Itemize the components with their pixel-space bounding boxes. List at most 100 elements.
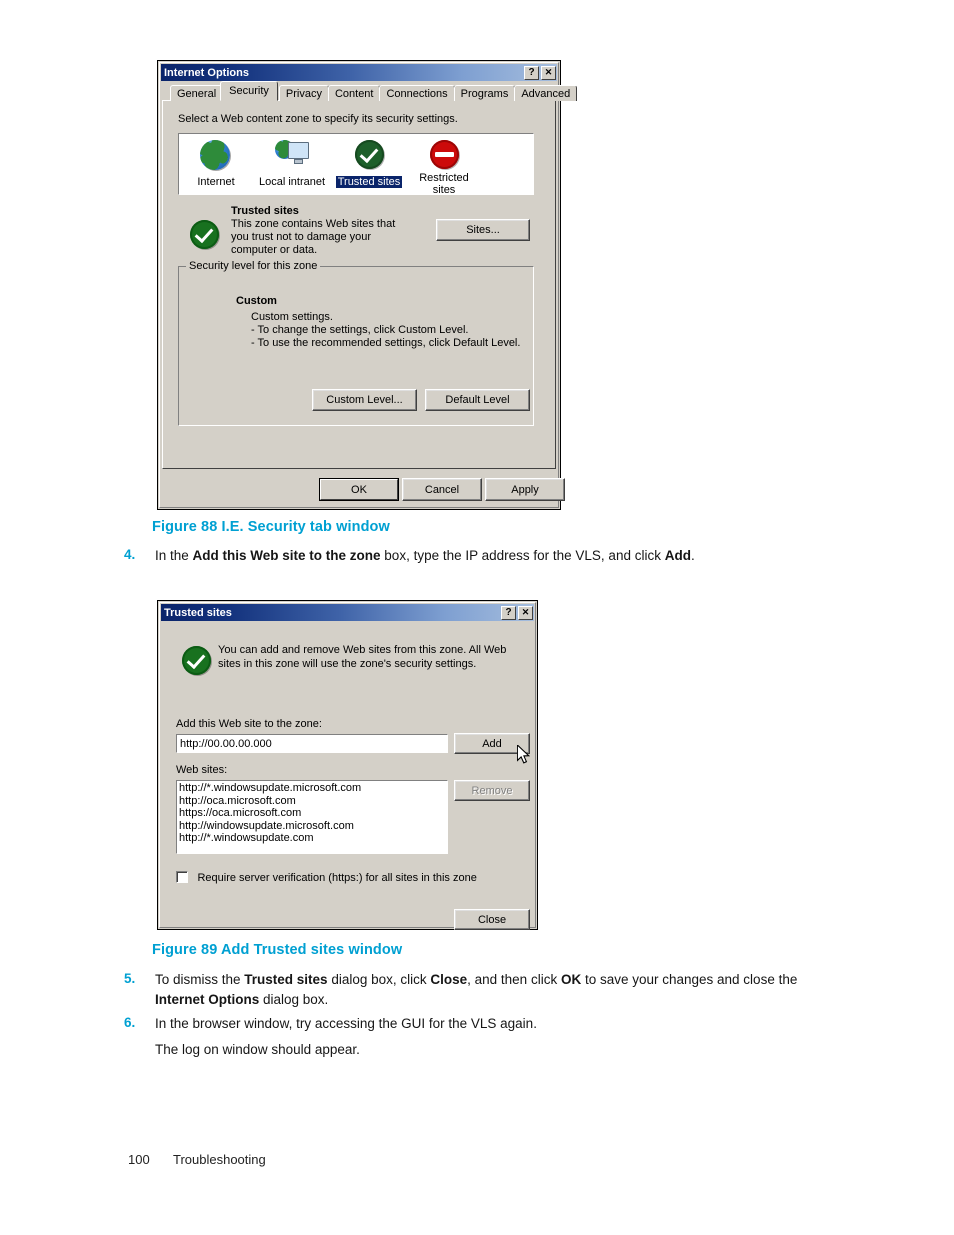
ok-button[interactable]: OK (319, 478, 399, 501)
tab-advanced[interactable]: Advanced (514, 85, 578, 101)
tab-security-label: Security (229, 85, 269, 97)
require-verification-row[interactable]: Require server verification (https:) for… (176, 868, 477, 886)
document-page: Internet Options ? ✕ General Security Pr… (0, 0, 954, 1235)
list-item[interactable]: http://windowsupdate.microsoft.com (179, 820, 445, 833)
tab-general[interactable]: General (170, 85, 224, 101)
step-6-number: 6. (124, 1015, 136, 1030)
restricted-icon (428, 140, 460, 172)
tab-connections[interactable]: Connections (379, 85, 455, 101)
zone-detail-heading: Trusted sites (231, 205, 299, 217)
add-site-label-text: Add this Web site to the zone: (176, 718, 322, 730)
step-6-followup: The log on window should appear. (155, 1042, 360, 1057)
close-icon[interactable]: ✕ (518, 605, 533, 620)
list-item[interactable]: http://*.windowsupdate.microsoft.com (179, 782, 445, 795)
trusted-sites-title: Trusted sites (164, 606, 232, 619)
step-5-number: 5. (124, 971, 136, 986)
tab-content-label: Content (334, 87, 374, 100)
green-check-icon (188, 220, 220, 252)
zone-detail: Trusted sites This zone contains Web sit… (178, 205, 534, 256)
step-4-number: 4. (124, 547, 136, 562)
remove-button-label: Remove (471, 784, 513, 797)
tab-programs[interactable]: Programs (453, 85, 516, 101)
close-icon[interactable]: ✕ (541, 65, 556, 80)
tab-privacy[interactable]: Privacy (278, 85, 329, 101)
tab-privacy-label: Privacy (285, 87, 322, 100)
require-verification-label: Require server verification (https:) for… (197, 872, 477, 884)
titlebar-buttons: ? ✕ (524, 65, 557, 80)
security-tab-panel: Select a Web content zone to specify its… (162, 100, 556, 469)
tab-content[interactable]: Content (327, 85, 381, 101)
zone-local-intranet[interactable]: Local intranet (249, 140, 335, 190)
step-6-text: In the browser window, try accessing the… (155, 1016, 537, 1031)
list-item[interactable]: http://*.windowsupdate.com (179, 832, 445, 845)
apply-button-label: Apply (511, 483, 539, 496)
help-icon[interactable]: ? (524, 65, 539, 80)
close-button[interactable]: Close (454, 909, 530, 930)
trusted-sites-client: You can add and remove Web sites from th… (162, 622, 533, 930)
zone-selector: Internet Local intranet Trusted sites Re… (178, 133, 534, 198)
step-5-bold1: Trusted sites (244, 972, 328, 987)
step-4-part3: . (690, 548, 695, 563)
zone-trusted-sites[interactable]: Trusted sites (326, 140, 412, 190)
security-level-name: Custom (236, 295, 277, 307)
figure-89-caption: Figure 89 Add Trusted sites window (152, 942, 403, 958)
footer-chapter-title: Troubleshooting (173, 1152, 266, 1167)
step-5-part5: dialog box. (259, 992, 329, 1007)
step-4-text: In the Add this Web site to the zone box… (155, 546, 855, 566)
add-site-label: Add this Web site to the zone: (176, 718, 322, 730)
step-5-bold2: Close (430, 972, 468, 987)
apply-button[interactable]: Apply (485, 478, 565, 501)
list-item[interactable]: https://oca.microsoft.com (179, 807, 445, 820)
step-5-part2: dialog box, click (327, 972, 431, 987)
trusted-sites-titlebar[interactable]: Trusted sites ? ✕ (161, 604, 534, 621)
titlebar-buttons: ? ✕ (501, 605, 534, 620)
custom-level-button-label: Custom Level... (326, 394, 403, 406)
step-4-bold1: Add this Web site to the zone (192, 548, 381, 563)
internet-options-client: General Security Privacy Content Connect… (162, 81, 578, 505)
step-5-bold4: Internet Options (155, 992, 260, 1007)
zone-detail-description: This zone contains Web sites that you tr… (231, 218, 396, 256)
add-site-input-value: http://00.00.00.000 (180, 737, 272, 750)
zone-instruction: Select a Web content zone to specify its… (178, 113, 458, 125)
security-level-line-1: Custom settings. (251, 311, 333, 323)
tab-security[interactable]: Security (220, 81, 278, 101)
list-item[interactable]: http://oca.microsoft.com (179, 795, 445, 808)
help-icon[interactable]: ? (501, 605, 516, 620)
websites-label-text: Web sites: (176, 764, 228, 776)
sites-button-label: Sites... (466, 224, 500, 236)
tab-advanced-label: Advanced (521, 87, 571, 100)
default-level-button[interactable]: Default Level (425, 389, 530, 411)
ok-button-label: OK (351, 483, 367, 496)
security-level-line-2: - To change the settings, click Custom L… (251, 324, 469, 336)
trusted-sites-info-text: You can add and remove Web sites from th… (218, 644, 507, 670)
trusted-sites-dialog: Trusted sites ? ✕ You can add and remove… (157, 600, 538, 930)
websites-listbox[interactable]: http://*.windowsupdate.microsoft.com htt… (176, 780, 448, 854)
require-verification-checkbox[interactable] (176, 871, 188, 883)
zone-local-intranet-label: Local intranet (258, 176, 326, 188)
tab-general-label: General (177, 87, 217, 100)
internet-options-title: Internet Options (164, 66, 249, 79)
green-check-icon (353, 140, 385, 172)
zone-restricted-sites[interactable]: Restricted sites (401, 140, 487, 198)
security-level-line-3: - To use the recommended settings, click… (251, 337, 521, 349)
tab-programs-label: Programs (460, 87, 509, 100)
zone-internet[interactable]: Internet (173, 140, 259, 190)
tab-connections-label: Connections (386, 87, 448, 100)
step-5-bold3: OK (560, 972, 582, 987)
add-button-label: Add (482, 737, 502, 750)
sites-button[interactable]: Sites... (436, 219, 530, 241)
zone-restricted-sites-label: Restricted sites (419, 172, 469, 196)
close-button-label: Close (477, 913, 507, 926)
internet-options-dialog: Internet Options ? ✕ General Security Pr… (157, 60, 578, 510)
cancel-button[interactable]: Cancel (402, 478, 482, 501)
security-level-group: Security level for this zone Custom Cust… (178, 260, 534, 426)
default-level-button-label: Default Level (445, 394, 510, 406)
security-level-group-label: Security level for this zone (186, 260, 321, 272)
internet-options-titlebar[interactable]: Internet Options ? ✕ (161, 64, 557, 81)
add-site-input[interactable]: http://00.00.00.000 (176, 734, 448, 753)
green-check-icon (180, 646, 212, 678)
step-5-part4: to save your changes and close the (581, 972, 798, 987)
custom-level-button[interactable]: Custom Level... (312, 389, 417, 411)
step-5-part3: , and then click (467, 972, 561, 987)
step-4-bold2: Add (664, 548, 691, 563)
